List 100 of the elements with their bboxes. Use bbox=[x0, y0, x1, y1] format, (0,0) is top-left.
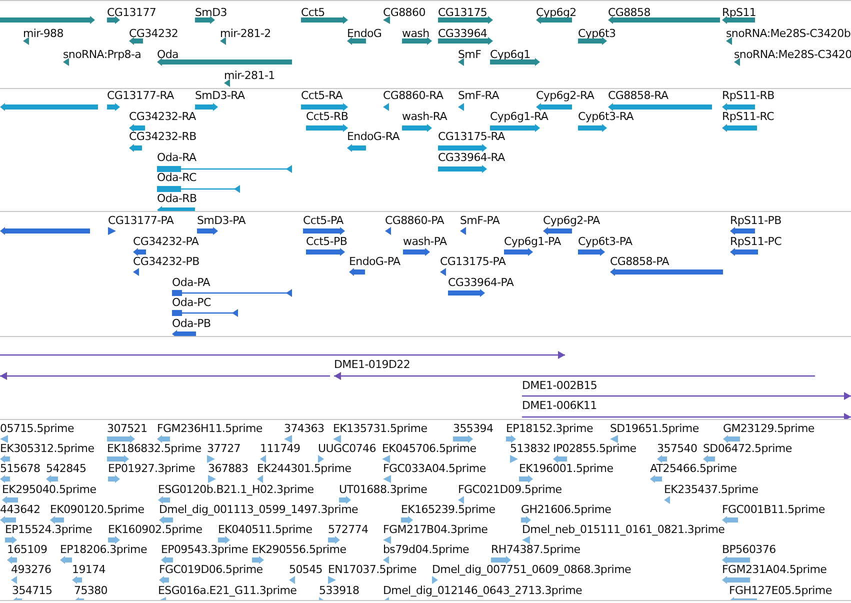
feature-glyph[interactable] bbox=[730, 227, 755, 235]
feature-glyph[interactable] bbox=[383, 16, 390, 24]
feature-glyph[interactable] bbox=[172, 288, 292, 297]
feature-glyph[interactable] bbox=[23, 37, 29, 45]
feature-label: Cyp6g1-PA bbox=[504, 234, 561, 249]
feature-glyph[interactable] bbox=[195, 16, 215, 24]
feature-glyph[interactable] bbox=[303, 227, 345, 235]
feature-glyph[interactable] bbox=[403, 248, 430, 256]
feature-label: RpS11-RC bbox=[722, 110, 774, 124]
feature-glyph[interactable] bbox=[0, 16, 95, 24]
feature-glyph[interactable] bbox=[129, 37, 143, 45]
feature-glyph[interactable] bbox=[438, 164, 487, 173]
feature-glyph[interactable] bbox=[458, 58, 464, 66]
feature-glyph[interactable] bbox=[722, 103, 755, 111]
feature-label: EP15524.3prime bbox=[5, 523, 92, 537]
feature-glyph[interactable] bbox=[0, 351, 565, 359]
feature-label: 515678 bbox=[0, 462, 40, 476]
feature-label: RpS11-RB bbox=[722, 89, 774, 103]
feature-label: SmF-RA bbox=[458, 89, 499, 103]
feature-label: Cct5-PA bbox=[303, 214, 344, 228]
feature-glyph[interactable] bbox=[157, 164, 292, 173]
feature-glyph[interactable] bbox=[301, 103, 348, 111]
feature-glyph[interactable] bbox=[195, 103, 218, 111]
feature-glyph[interactable] bbox=[460, 227, 466, 235]
feature-glyph[interactable] bbox=[0, 227, 90, 235]
feature-glyph[interactable] bbox=[522, 392, 851, 400]
feature-label: Cct5-PB bbox=[306, 234, 348, 249]
feature-glyph[interactable] bbox=[0, 372, 330, 380]
feature-glyph[interactable] bbox=[536, 103, 572, 111]
feature-glyph[interactable] bbox=[301, 16, 348, 24]
feature-glyph[interactable] bbox=[334, 372, 815, 380]
feature-glyph[interactable] bbox=[504, 248, 533, 256]
feature-label: Oda-RB bbox=[157, 192, 197, 206]
feature-label: SmD3-PA bbox=[197, 214, 246, 228]
feature-glyph[interactable] bbox=[172, 330, 196, 336]
feature-glyph[interactable] bbox=[578, 248, 605, 256]
feature-glyph[interactable] bbox=[172, 309, 238, 318]
feature-label: CG13175-RA bbox=[438, 130, 505, 144]
feature-glyph[interactable] bbox=[578, 124, 607, 132]
feature-glyph[interactable] bbox=[383, 103, 389, 111]
feature-glyph[interactable] bbox=[220, 37, 226, 45]
feature-glyph[interactable] bbox=[608, 103, 712, 111]
feature-glyph[interactable] bbox=[402, 124, 432, 132]
feature-label: snoRNA:Me28S-C3420b bbox=[726, 27, 851, 41]
feature-glyph[interactable] bbox=[610, 268, 723, 276]
feature-label: DME1-006K11 bbox=[522, 399, 597, 413]
feature-label: snoRNA:Prp8-a bbox=[63, 48, 142, 62]
feature-label: EK090120.5prime bbox=[50, 502, 144, 517]
feature-glyph[interactable] bbox=[157, 185, 240, 194]
feature-glyph[interactable] bbox=[197, 227, 218, 235]
feature-label: EN17037.5prime bbox=[328, 563, 417, 578]
feature-glyph[interactable] bbox=[730, 248, 758, 256]
feature-label: mir-988 bbox=[23, 27, 64, 41]
feature-label: FGH127E05.5prime bbox=[729, 584, 832, 598]
feature-glyph[interactable] bbox=[347, 144, 366, 152]
feature-label: FGC001B11.5prime bbox=[722, 502, 825, 517]
feature-glyph[interactable] bbox=[536, 16, 572, 24]
feature-label: CG33964-PA bbox=[448, 276, 514, 290]
feature-glyph[interactable] bbox=[0, 103, 98, 111]
feature-label: CG33964 bbox=[438, 27, 488, 41]
feature-glyph[interactable] bbox=[306, 124, 348, 132]
feature-glyph[interactable] bbox=[224, 79, 230, 87]
feature-glyph[interactable] bbox=[490, 58, 540, 66]
feature-label: FGC033A04.5prime bbox=[383, 462, 486, 476]
feature-glyph[interactable] bbox=[438, 144, 487, 152]
feature-glyph[interactable] bbox=[129, 144, 142, 152]
feature-glyph[interactable] bbox=[349, 268, 365, 276]
feature-glyph[interactable] bbox=[722, 16, 755, 24]
feature-glyph[interactable] bbox=[385, 227, 391, 235]
feature-glyph[interactable] bbox=[458, 103, 464, 111]
feature-glyph[interactable] bbox=[438, 37, 493, 45]
feature-glyph[interactable] bbox=[608, 16, 720, 24]
feature-label: 111749 bbox=[260, 442, 300, 456]
feature-glyph[interactable] bbox=[108, 227, 116, 235]
feature-label: 443642 bbox=[0, 502, 40, 517]
feature-label: RpS11-PB bbox=[730, 214, 782, 228]
feature-glyph[interactable] bbox=[402, 37, 432, 45]
feature-glyph[interactable] bbox=[543, 227, 572, 235]
feature-glyph[interactable] bbox=[107, 103, 120, 111]
feature-glyph[interactable] bbox=[133, 268, 139, 276]
feature-label: EK295040.5prime bbox=[2, 482, 96, 497]
feature-glyph[interactable] bbox=[157, 58, 292, 66]
feature-label: CG8860-PA bbox=[385, 214, 444, 228]
feature-glyph[interactable] bbox=[578, 37, 607, 45]
feature-label: CG8858-RA bbox=[608, 89, 668, 103]
feature-glyph[interactable] bbox=[726, 37, 732, 45]
feature-glyph[interactable] bbox=[133, 248, 146, 256]
feature-glyph[interactable] bbox=[722, 124, 757, 132]
feature-glyph[interactable] bbox=[306, 248, 345, 256]
feature-glyph[interactable] bbox=[438, 16, 493, 24]
feature-glyph[interactable] bbox=[734, 58, 740, 66]
feature-glyph[interactable] bbox=[107, 16, 120, 24]
feature-glyph[interactable] bbox=[448, 288, 485, 297]
feature-label: FGM236H11.5prime bbox=[157, 422, 262, 436]
feature-label: EndoG-RA bbox=[347, 130, 400, 144]
feature-glyph[interactable] bbox=[347, 37, 366, 45]
feature-glyph[interactable] bbox=[440, 268, 446, 276]
feature-glyph[interactable] bbox=[522, 412, 851, 419]
feature-glyph[interactable] bbox=[129, 124, 145, 132]
feature-glyph[interactable] bbox=[490, 124, 540, 132]
